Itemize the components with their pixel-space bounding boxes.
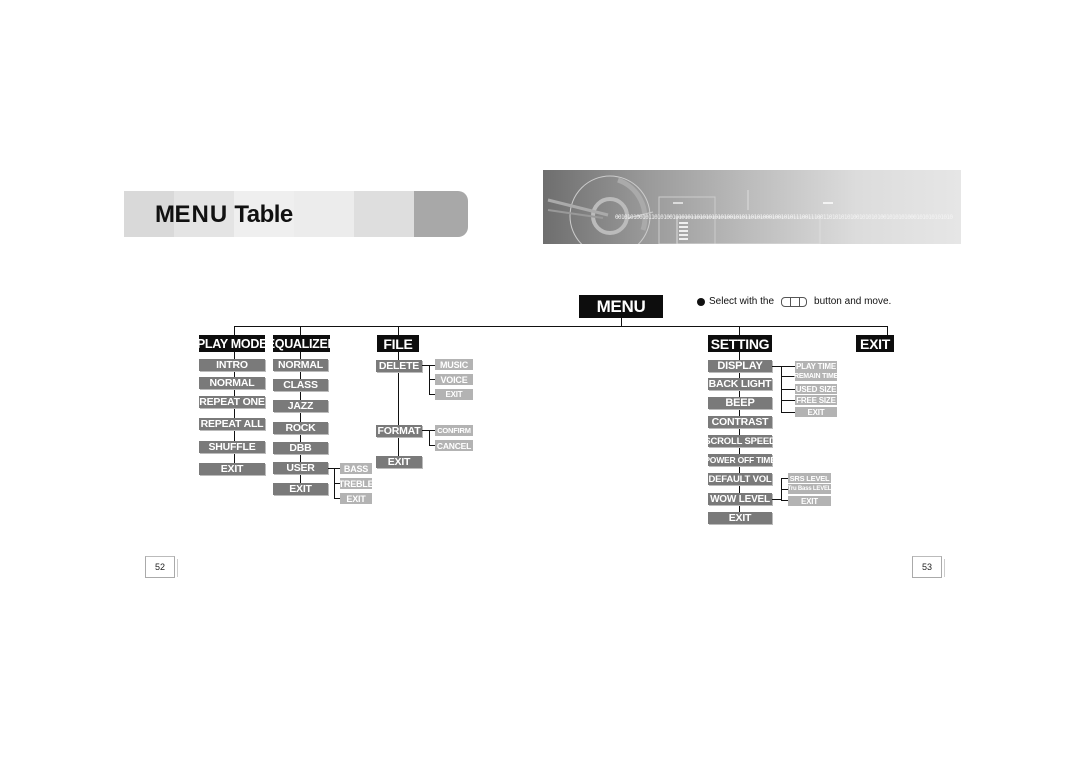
menu-item-normal[interactable]: NORMAL xyxy=(273,359,328,371)
title-banner: MENU Table xyxy=(124,191,468,237)
dial-graphic-icon xyxy=(547,175,833,244)
menu-exit[interactable]: EXIT xyxy=(856,335,894,352)
header-graphic: 0010101001011010100101010110101010101001… xyxy=(543,170,961,244)
menu-setting[interactable]: SETTING xyxy=(708,335,772,352)
menu-item-exit[interactable]: EXIT xyxy=(199,463,265,475)
hint-prefix: Select with the xyxy=(709,296,775,307)
menu-item-rock[interactable]: ROCK xyxy=(273,422,328,434)
connector-line xyxy=(300,326,301,335)
submenu-item-exit[interactable]: EXIT xyxy=(795,407,837,417)
menu-item-delete[interactable]: DELETE xyxy=(376,360,422,372)
submenu-item-exit[interactable]: EXIT xyxy=(435,389,473,400)
menu-item-user[interactable]: USER xyxy=(273,462,328,474)
menu-item-jazz[interactable]: JAZZ xyxy=(273,400,328,412)
menu-item-intro[interactable]: INTRO xyxy=(199,359,265,371)
submenu-item-play-time[interactable]: PLAY TIME xyxy=(795,361,837,371)
navigation-button-icon xyxy=(781,296,808,307)
binary-text: 0010101001011010100101010110101010101001… xyxy=(615,214,953,221)
menu-play-mode[interactable]: PLAY MODE xyxy=(197,335,267,352)
menu-item-power-off-time[interactable]: POWER OFF TIME xyxy=(704,454,776,466)
submenu-item-used-size[interactable]: USED SIZE xyxy=(795,384,837,394)
menu-item-format[interactable]: FORMAT xyxy=(376,425,422,437)
submenu-item-cancel[interactable]: CANCEL xyxy=(435,440,473,451)
connector-line xyxy=(781,376,795,377)
connector-line xyxy=(429,365,430,395)
submenu-item-srs-level[interactable]: SRS LEVEL xyxy=(788,473,831,483)
connector-line xyxy=(422,430,429,431)
menu-equalizer[interactable]: EQUALIZER xyxy=(267,335,337,352)
page-number-left: 52 xyxy=(145,556,178,578)
submenu-item-tru-bass-level[interactable]: Tru Bass LEVEL xyxy=(788,484,831,494)
connector-line xyxy=(781,478,788,479)
connector-line xyxy=(781,389,795,390)
connector-line xyxy=(234,326,235,335)
submenu-item-music[interactable]: MUSIC xyxy=(435,359,473,370)
menu-item-repeat-all[interactable]: REPEAT ALL xyxy=(199,418,265,430)
menu-item-contrast[interactable]: CONTRAST xyxy=(708,416,772,428)
submenu-item-exit[interactable]: EXIT xyxy=(340,493,372,504)
connector-line xyxy=(781,366,795,367)
menu-item-back-light[interactable]: BACK LIGHT xyxy=(708,378,772,390)
submenu-item-bass[interactable]: BASS xyxy=(340,463,372,474)
hint-text: Select with the button and move. xyxy=(697,296,891,307)
submenu-item-voice[interactable]: VOICE xyxy=(435,374,473,385)
connector-line xyxy=(429,430,430,446)
menu-item-exit[interactable]: EXIT xyxy=(273,483,328,495)
page-title: MENU Table xyxy=(155,201,293,228)
menu-item-repeat-one[interactable]: REPEAT ONE xyxy=(199,396,265,408)
connector-line xyxy=(739,350,740,514)
menu-item-exit[interactable]: EXIT xyxy=(376,456,422,468)
submenu-item-free-size[interactable]: FREE SIZE xyxy=(795,395,837,405)
connector-line xyxy=(781,500,788,501)
connector-line xyxy=(781,400,795,401)
menu-item-display[interactable]: DISPLAY xyxy=(708,360,772,372)
submenu-item-remain-time[interactable]: REMAIN TIME xyxy=(794,371,838,381)
menu-item-normal[interactable]: NORMAL xyxy=(199,377,265,389)
connector-line xyxy=(781,412,795,413)
connector-line xyxy=(772,366,781,367)
menu-item-class[interactable]: CLASS xyxy=(273,379,328,391)
connector-line xyxy=(887,326,888,335)
menu-item-default-vol[interactable]: DEFAULT VOL xyxy=(708,473,772,485)
menu-item-shuffle[interactable]: SHUFFLE xyxy=(199,441,265,453)
connector-line xyxy=(422,365,429,366)
bullet-icon xyxy=(697,297,705,306)
menu-item-scroll-speed[interactable]: SCROLL SPEED xyxy=(704,435,776,447)
connector-line xyxy=(234,326,888,327)
menu-item-beep[interactable]: BEEP xyxy=(708,397,772,409)
page-number-right: 53 xyxy=(912,556,945,578)
submenu-item-confirm[interactable]: CONFIRM xyxy=(435,425,473,436)
menu-item-exit[interactable]: EXIT xyxy=(708,512,772,524)
menu-item-wow-level[interactable]: WOW LEVEL xyxy=(708,493,772,505)
connector-line xyxy=(772,499,781,500)
menu-item-dbb[interactable]: DBB xyxy=(273,442,328,454)
submenu-item-exit[interactable]: EXIT xyxy=(788,496,831,506)
hint-suffix: button and move. xyxy=(814,296,892,307)
connector-line xyxy=(739,326,740,335)
menu-file[interactable]: FILE xyxy=(377,335,419,352)
connector-line xyxy=(398,326,399,335)
menu-root: MENU xyxy=(579,295,663,318)
submenu-item-treble[interactable]: TREBLE xyxy=(339,478,374,489)
